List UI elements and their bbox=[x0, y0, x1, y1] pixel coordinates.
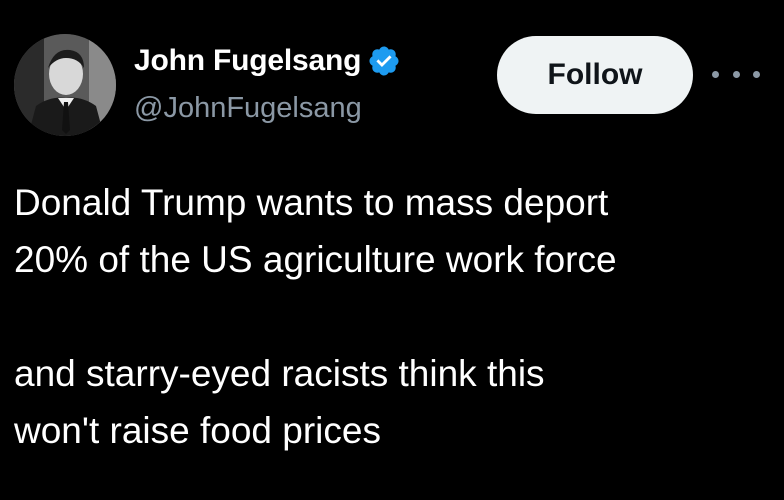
tweet-text-line: won't raise food prices bbox=[14, 410, 381, 451]
verified-badge-icon bbox=[367, 44, 401, 78]
tweet-text: Donald Trump wants to mass deport 20% of… bbox=[14, 174, 774, 459]
more-horizontal-icon-dot bbox=[753, 70, 760, 78]
more-horizontal-icon-dot bbox=[732, 70, 740, 78]
tweet-card: John Fugelsang @JohnFugelsang Follow Don… bbox=[0, 0, 784, 500]
avatar[interactable] bbox=[14, 34, 116, 136]
more-options-button[interactable] bbox=[712, 60, 760, 88]
tweet-text-line: and starry-eyed racists think this bbox=[14, 353, 545, 394]
more-horizontal-icon bbox=[712, 70, 719, 78]
author-name-row: John Fugelsang bbox=[134, 42, 401, 80]
follow-button[interactable]: Follow bbox=[497, 36, 693, 114]
author-display-name[interactable]: John Fugelsang bbox=[134, 44, 361, 78]
tweet-text-line: Donald Trump wants to mass deport bbox=[14, 182, 609, 223]
tweet-text-line: 20% of the US agriculture work force bbox=[14, 239, 617, 280]
avatar-photo bbox=[14, 34, 116, 136]
author-handle[interactable]: @JohnFugelsang bbox=[134, 92, 362, 125]
